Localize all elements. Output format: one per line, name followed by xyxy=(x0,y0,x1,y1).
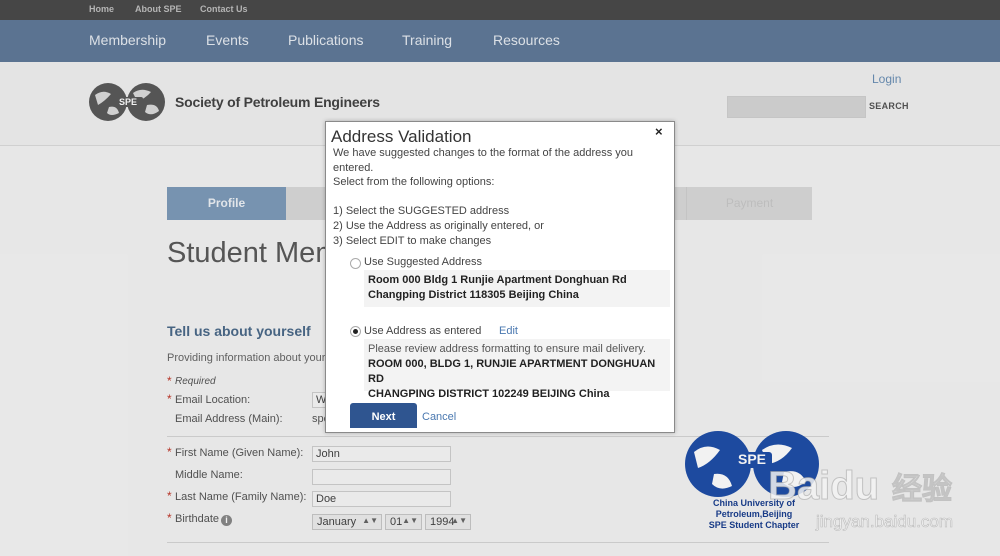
entered-address-line1: ROOM 000, BLDG 1, RUNJIE APARTMENT DONGH… xyxy=(368,358,656,385)
entered-address-box: Please review address formatting to ensu… xyxy=(364,339,670,400)
instruction-option-3: 3) Select EDIT to make changes xyxy=(333,234,492,247)
cancel-link[interactable]: Cancel xyxy=(422,411,456,423)
instruction-option-2: 2) Use the Address as originally entered… xyxy=(333,219,544,232)
suggested-address-line1: Room 000 Bldg 1 Runjie Apartment Donghua… xyxy=(368,274,627,286)
dialog-title: Address Validation xyxy=(331,127,472,146)
entered-address-label[interactable]: Use Address as entered xyxy=(364,325,481,337)
address-validation-dialog: Address Validation × We have suggested c… xyxy=(325,121,675,433)
suggested-address-label[interactable]: Use Suggested Address xyxy=(364,256,482,268)
edit-address-link[interactable]: Edit xyxy=(499,325,518,337)
next-button[interactable]: Next xyxy=(350,403,417,428)
entered-address-note: Please review address formatting to ensu… xyxy=(368,343,646,355)
intro-line-2: Select from the following options: xyxy=(333,176,495,189)
suggested-address-line2: Changping District 118305 Beijing China xyxy=(368,289,579,301)
dialog-instructions: We have suggested changes to the format … xyxy=(333,146,671,248)
instruction-option-1: 1) Select the SUGGESTED address xyxy=(333,205,510,218)
suggested-address-radio[interactable] xyxy=(350,258,361,269)
suggested-address-box: Room 000 Bldg 1 Runjie Apartment Donghua… xyxy=(364,270,670,307)
intro-line-1: We have suggested changes to the format … xyxy=(333,147,634,174)
entered-address-radio[interactable] xyxy=(350,326,361,337)
entered-address-line2: CHANGPING DISTRICT 102249 BEIJING China xyxy=(368,388,610,400)
close-icon[interactable]: × xyxy=(655,124,663,139)
